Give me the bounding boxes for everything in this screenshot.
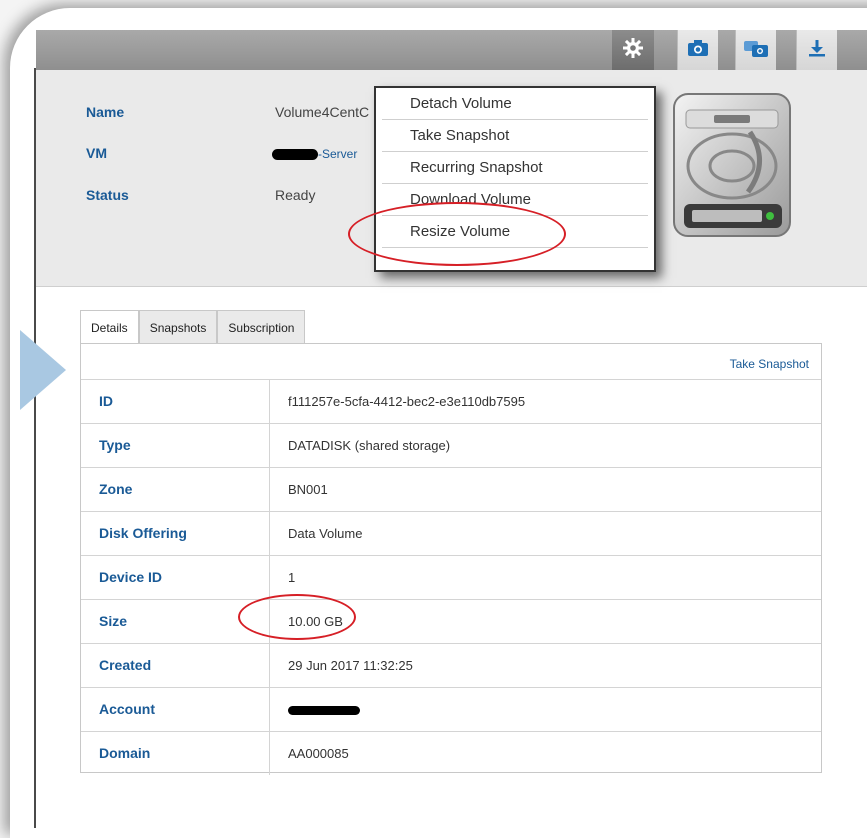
download-icon	[807, 38, 827, 63]
device-id-value: 1	[288, 570, 296, 585]
table-row: ID f111257e-5cfa-4412-bec2-e3e110db7595	[81, 380, 821, 424]
device-id-label: Device ID	[81, 556, 270, 599]
status-label: Status	[86, 187, 129, 203]
take-snapshot-toolbar-button[interactable]	[677, 30, 718, 70]
type-value: DATADISK (shared storage)	[288, 438, 451, 453]
zone-label: Zone	[81, 468, 270, 511]
zone-value: BN001	[288, 482, 328, 497]
account-label: Account	[81, 688, 270, 731]
resize-highlight-circle	[348, 202, 566, 266]
account-value	[270, 688, 360, 731]
menu-item-take-snapshot[interactable]: Take Snapshot	[382, 120, 648, 152]
menu-item-recurring-snapshot[interactable]: Recurring Snapshot	[382, 152, 648, 184]
vm-value[interactable]: -Server	[272, 145, 357, 161]
tab-snapshots[interactable]: Snapshots	[138, 310, 218, 343]
redacted-vm-name	[272, 148, 318, 160]
redacted-account-name	[288, 706, 360, 716]
detail-tabs: Details Snapshots Subscription	[80, 310, 306, 345]
table-row: Account	[81, 688, 821, 732]
download-toolbar-button[interactable]	[796, 30, 837, 70]
id-label: ID	[81, 380, 270, 423]
created-value: 29 Jun 2017 11:32:25	[288, 658, 413, 673]
actions-gear-button[interactable]	[612, 30, 654, 70]
tab-subscription[interactable]: Subscription	[217, 310, 306, 343]
table-row: Zone BN001	[81, 468, 821, 512]
name-label: Name	[86, 104, 125, 120]
status-value: Ready	[275, 187, 316, 203]
gear-icon	[622, 37, 644, 64]
camera-icon	[687, 39, 709, 62]
disk-offering-value: Data Volume	[288, 526, 363, 541]
type-label: Type	[81, 424, 270, 467]
size-highlight-circle	[238, 594, 356, 640]
domain-label: Domain	[81, 732, 270, 775]
details-panel: Take Snapshot ID f111257e-5cfa-4412-bec2…	[80, 343, 822, 775]
take-snapshot-link[interactable]: Take Snapshot	[730, 357, 809, 371]
table-row: Size 10.00 GB	[81, 600, 821, 644]
recurring-snapshot-toolbar-button[interactable]	[735, 30, 776, 70]
vm-link-text[interactable]: -Server	[318, 147, 357, 161]
menu-item-detach-volume[interactable]: Detach Volume	[382, 88, 648, 120]
hard-disk-illustration	[670, 92, 798, 242]
table-row: Type DATADISK (shared storage)	[81, 424, 821, 468]
details-panel-toolbar: Take Snapshot	[81, 344, 821, 380]
table-row: Created 29 Jun 2017 11:32:25	[81, 644, 821, 688]
disk-offering-label: Disk Offering	[81, 512, 270, 555]
created-label: Created	[81, 644, 270, 687]
table-row: Domain AA000085	[81, 732, 821, 775]
vm-label: VM	[86, 145, 107, 161]
id-value: f111257e-5cfa-4412-bec2-e3e110db7595	[288, 394, 526, 409]
table-row: Device ID 1	[81, 556, 821, 600]
recurring-snapshot-icon	[743, 38, 769, 63]
tab-details[interactable]: Details	[80, 310, 139, 345]
domain-value: AA000085	[288, 746, 349, 761]
app-window: Name Volume4CentC VM -Server Status Read…	[10, 8, 867, 838]
side-pointer-arrow	[20, 330, 66, 410]
table-row: Disk Offering Data Volume	[81, 512, 821, 556]
name-value: Volume4CentC	[275, 104, 370, 120]
